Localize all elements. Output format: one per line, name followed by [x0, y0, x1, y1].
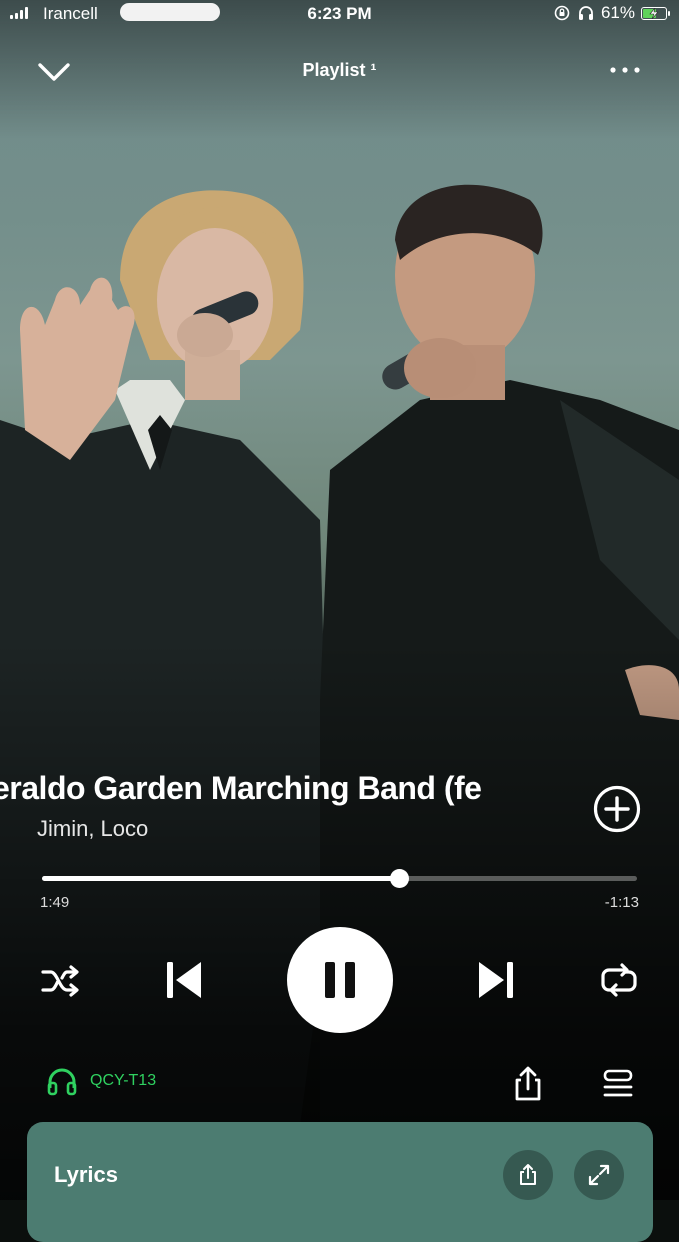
elapsed-time: 1:49	[40, 894, 70, 911]
lyrics-title: Lyrics	[54, 1162, 119, 1187]
headphones-icon	[47, 1068, 77, 1096]
progress-handle[interactable]	[390, 869, 409, 888]
lyrics-expand-button[interactable]	[574, 1150, 624, 1200]
track-artist[interactable]: Jimin, Loco	[37, 816, 148, 842]
queue-icon	[603, 1069, 633, 1097]
status-indicators: 61%	[553, 3, 670, 23]
share-icon	[520, 1164, 536, 1185]
headphones-icon	[578, 6, 593, 20]
previous-track-button[interactable]	[158, 952, 210, 1008]
queue-button[interactable]	[598, 1064, 638, 1104]
connected-device[interactable]: QCY-T13	[46, 1066, 156, 1096]
shuffle-icon	[41, 965, 79, 997]
orientation-lock-icon	[554, 5, 570, 21]
plus-circle-icon	[593, 785, 641, 833]
lyrics-card[interactable]: Lyrics	[27, 1122, 653, 1242]
progress-fill	[42, 876, 399, 881]
share-icon	[515, 1066, 541, 1101]
battery-charging-icon	[641, 6, 670, 20]
skip-next-icon	[479, 962, 513, 998]
skip-previous-icon	[167, 962, 201, 998]
add-to-library-button[interactable]	[592, 784, 642, 834]
lyrics-share-button[interactable]	[503, 1150, 553, 1200]
progress-bar[interactable]	[42, 869, 637, 888]
pause-button[interactable]	[287, 927, 393, 1033]
battery-percent: 61%	[600, 3, 635, 22]
playlist-context-title[interactable]: Playlist ¹	[0, 60, 679, 81]
shuffle-button[interactable]	[38, 958, 84, 1004]
repeat-icon	[601, 963, 637, 997]
device-name: QCY-T13	[90, 1072, 157, 1089]
track-title[interactable]: eraldo Garden Marching Band (fe	[0, 770, 482, 807]
expand-icon	[588, 1164, 610, 1186]
remaining-time: -1:13	[604, 894, 639, 911]
more-dots-icon[interactable]	[607, 58, 643, 82]
share-button[interactable]	[508, 1064, 548, 1104]
next-track-button[interactable]	[470, 952, 522, 1008]
pause-icon	[325, 962, 355, 998]
player-header: Playlist ¹	[0, 50, 679, 94]
status-bar: Irancell 6:23 PM 61%	[0, 0, 679, 30]
repeat-button[interactable]	[596, 958, 642, 1004]
charging-bolt-icon	[649, 7, 659, 19]
track-title-marquee: eraldo Garden Marching Band (fe	[0, 766, 560, 810]
